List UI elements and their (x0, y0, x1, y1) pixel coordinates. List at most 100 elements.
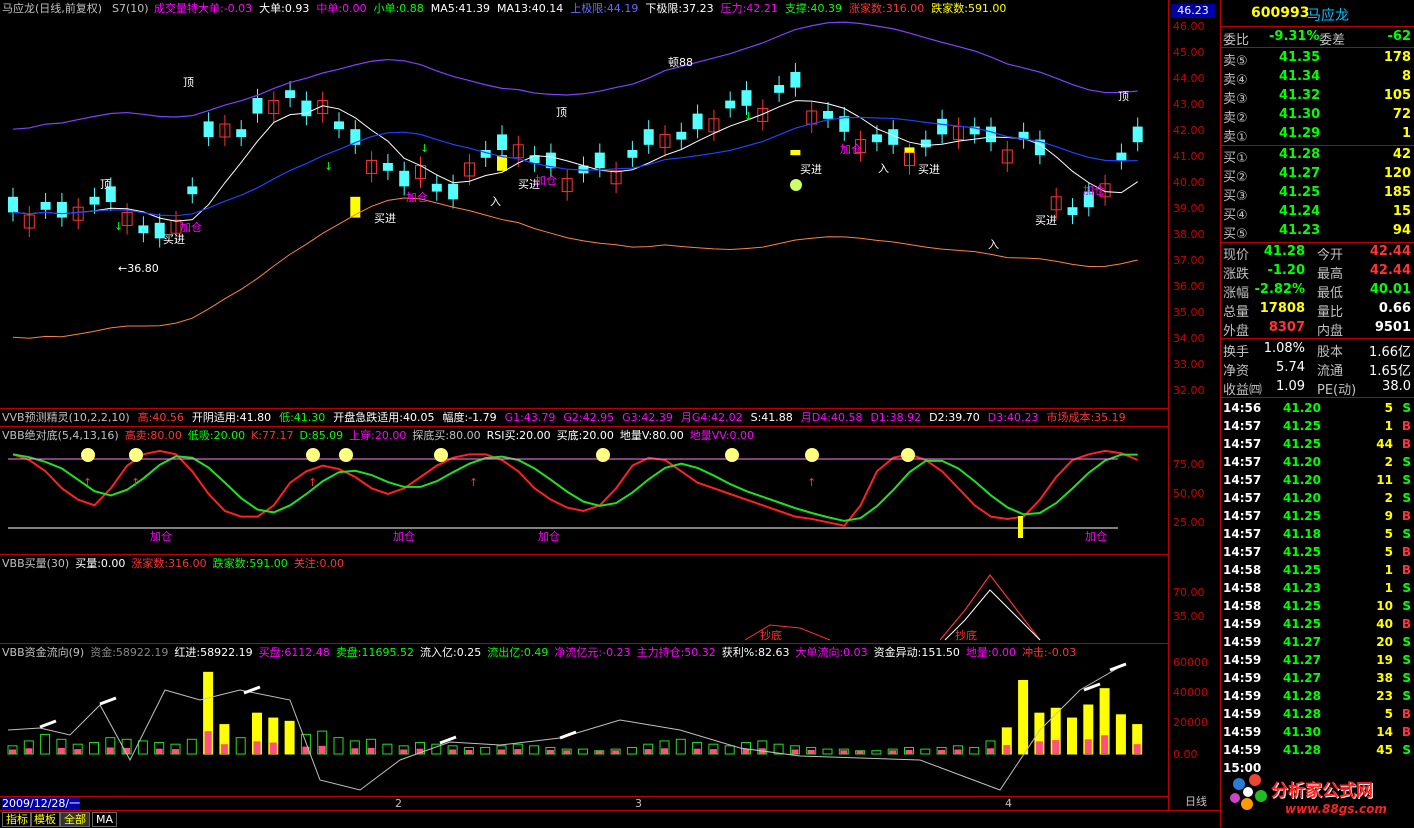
header-item: 上穿:20.00 (349, 429, 407, 442)
price-tick: 39.00 (1173, 202, 1205, 215)
volume-bar (969, 746, 980, 755)
candle-body (431, 183, 442, 192)
peak-label: 顿88 (668, 55, 693, 69)
stat-cell: -1.20 (1267, 263, 1305, 278)
stat-cell: 41.28 (1263, 244, 1305, 259)
tick-cell: 14:58 (1223, 563, 1262, 577)
book-price: 41.34 (1279, 69, 1321, 84)
date-axis-start: 2009/12/28/一 (2, 797, 81, 810)
tab-all[interactable]: 全部 (60, 812, 90, 827)
volume-bar-red (987, 748, 994, 754)
indicator-tick: 25.00 (1173, 516, 1205, 529)
stat-cell: 1.08% (1263, 341, 1305, 356)
header-item: 幅度:-1.79 (442, 411, 497, 424)
book-label: 卖③ (1223, 92, 1248, 107)
stat-cell: 涨幅 (1223, 286, 1250, 301)
candle-body (497, 134, 507, 150)
stat-cell: 外盘 (1223, 324, 1250, 339)
indicator-tick: 35.00 (1173, 610, 1205, 623)
book-row: 卖⑤ 41.35 178 (1221, 49, 1414, 69)
current-price-marker: 46.23 (1171, 4, 1215, 18)
smile-icon (805, 448, 819, 462)
candle-body (741, 90, 752, 106)
chart-canvas[interactable]: 顿88←36.80顶顶顶顶买进买进买进买进买进买进加仓加仓加仓加仓加仓入入入↓↓… (0, 0, 1168, 810)
pane-separator (0, 554, 1168, 555)
stat-cell: 8307 (1268, 320, 1305, 335)
volume-bar-red (546, 749, 554, 754)
price-tick: 38.00 (1173, 228, 1205, 241)
volume-bar-red (563, 750, 571, 754)
volume-bar (920, 748, 931, 755)
tick-cell: 41.20 (1283, 491, 1321, 505)
in-label: 入 (490, 195, 501, 208)
chart-area[interactable]: 顿88 ←36.80 顶顶顶顶买进 买进 买进 买进 买进 买进 加仓 加仓 加仓 加仓 加仓入入入 ↓ ↓… (0, 0, 1168, 810)
volume-bar-red (1101, 735, 1109, 754)
header-item: D3:40.23 (987, 411, 1039, 424)
tick-cell: S (1402, 635, 1411, 649)
candle-body (285, 90, 296, 98)
book-price: 41.32 (1279, 88, 1321, 103)
tick-cell: 38 (1376, 671, 1393, 685)
tick-cell: 5 (1384, 401, 1393, 415)
book-price: 41.27 (1279, 166, 1321, 181)
volume-bar-red (318, 745, 326, 754)
price-tick: 32.00 (1173, 384, 1205, 397)
tick-cell: 41.25 (1283, 599, 1321, 613)
volume-bar-red (709, 749, 717, 754)
buy-label: 买进 (374, 212, 396, 225)
header-item: 探底买:80.00 (412, 429, 481, 442)
volume-bar-red (1133, 744, 1141, 754)
stat-cell: 现价 (1223, 248, 1250, 263)
header-item: 大单:0.93 (259, 2, 310, 15)
smile-icon (725, 448, 739, 462)
header-item: 冲击:-0.03 (1022, 646, 1077, 659)
tick-row: 14:57 41.25 5 B (1221, 543, 1414, 561)
apple-icon (790, 179, 802, 191)
flow-highlight (39, 719, 57, 729)
add-label: 加仓 (406, 190, 428, 204)
tick-cell: 14:57 (1223, 473, 1262, 487)
tab-template[interactable]: 模板 (30, 812, 60, 827)
add-label: 加仓 (150, 529, 172, 543)
tick-cell: 23 (1376, 689, 1393, 703)
book-row: 卖④ 41.34 8 (1221, 68, 1414, 88)
volume-bar-red (905, 749, 913, 754)
stat-row: 总量 17808 量比 0.66 (1221, 300, 1414, 320)
tick-cell: 41.25 (1283, 419, 1321, 433)
header-item: 红进:58922.19 (174, 646, 253, 659)
header-item: MA5:41.39 (430, 2, 490, 15)
date-axis: 2009/12/28/一 2 3 4 (0, 796, 1168, 810)
volume-bar-red (1035, 741, 1043, 754)
tick-row: 14:59 41.25 40 B (1221, 615, 1414, 633)
tick-row: 14:57 41.20 2 S (1221, 453, 1414, 471)
ma13-line (12, 116, 1138, 217)
tick-cell: 14:59 (1223, 725, 1262, 739)
tab-indicator[interactable]: 指标 (2, 812, 32, 827)
candle-body (187, 186, 198, 195)
tick-cell: 14:57 (1223, 419, 1262, 433)
up-arrow-icon: ↑ (807, 476, 816, 489)
volume-bar-red (106, 747, 114, 754)
tick-cell: 1 (1384, 563, 1393, 577)
tick-row: 14:59 41.28 23 S (1221, 687, 1414, 705)
header-item: 月G4:42.02 (680, 411, 743, 424)
tick-row: 14:59 41.27 19 S (1221, 651, 1414, 669)
stat-cell: 42.44 (1369, 263, 1411, 278)
volume-bar-red (644, 749, 652, 754)
smile-icon (901, 448, 915, 462)
book-label: 买① (1223, 151, 1248, 166)
header-item: 开阴适用:41.80 (191, 411, 272, 424)
book-row: 卖③ 41.32 105 (1221, 87, 1414, 107)
weibi-row: 委比 -9.31% 委差 -62 (1221, 28, 1414, 48)
header-item: 买盘:6112.48 (258, 646, 330, 659)
volume-bar-red (400, 749, 408, 754)
stat-cell: 1.65亿 (1369, 364, 1411, 379)
book-price: 41.24 (1279, 204, 1321, 219)
volume-bar (40, 733, 51, 755)
top-label: 顶 (183, 76, 194, 89)
tab-ma[interactable]: MA (92, 812, 118, 827)
volume-bar (529, 745, 540, 755)
volume-bar-red (465, 749, 473, 754)
header-item: 低吸:20.00 (187, 429, 246, 442)
tick-cell: S (1402, 527, 1411, 541)
